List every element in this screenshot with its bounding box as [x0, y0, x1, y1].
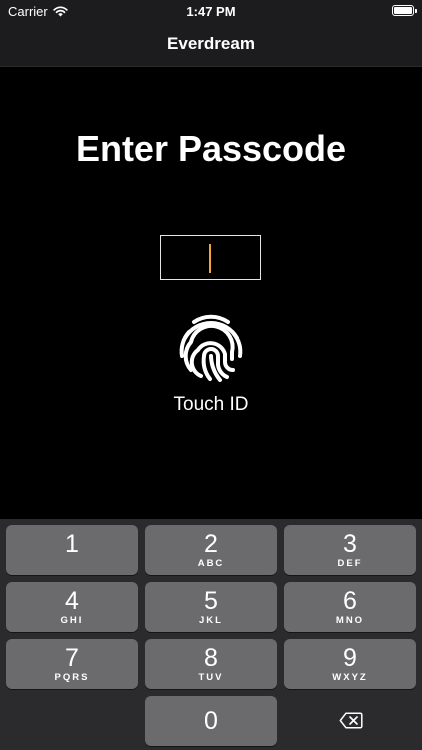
- key-5[interactable]: 5 JKL: [145, 582, 277, 632]
- key-digit: 3: [343, 530, 357, 558]
- touch-id-label: Touch ID: [173, 394, 249, 415]
- key-letters: GHI: [60, 615, 84, 626]
- key-9[interactable]: 9 WXYZ: [284, 639, 416, 689]
- key-digit: 1: [65, 530, 79, 558]
- battery-icon: [392, 5, 417, 16]
- fingerprint-icon: [179, 314, 243, 382]
- key-letters: JKL: [199, 615, 223, 626]
- key-4[interactable]: 4 GHI: [6, 582, 138, 632]
- page-title: Enter Passcode: [75, 128, 347, 169]
- key-0[interactable]: 0: [145, 696, 277, 746]
- key-digit: 2: [204, 530, 218, 558]
- touch-id-button[interactable]: Touch ID: [161, 312, 261, 416]
- backspace-icon: [339, 712, 363, 729]
- navigation-bar: Everdream: [0, 22, 422, 67]
- text-cursor: [209, 244, 211, 273]
- key-digit: 7: [65, 644, 79, 672]
- status-time: 1:47 PM: [186, 4, 236, 19]
- nav-title: Everdream: [167, 34, 255, 53]
- delete-key[interactable]: [284, 696, 416, 746]
- key-digit: 9: [343, 644, 357, 672]
- key-digit: 8: [204, 644, 218, 672]
- key-6[interactable]: 6 MNO: [284, 582, 416, 632]
- status-bar: Carrier 1:47 PM: [0, 0, 422, 22]
- key-letters: WXYZ: [332, 672, 368, 683]
- battery-level: [394, 7, 412, 14]
- key-1[interactable]: 1: [6, 525, 138, 575]
- key-3[interactable]: 3 DEF: [284, 525, 416, 575]
- key-digit: 5: [204, 587, 218, 615]
- key-digit: 4: [65, 587, 79, 615]
- key-letters: ABC: [197, 558, 225, 569]
- key-8[interactable]: 8 TUV: [145, 639, 277, 689]
- numeric-keypad: 1 2 ABC 3 DEF 4 GHI 5 JKL 6 MNO 7 PQRS 8…: [0, 519, 422, 750]
- key-letters: DEF: [337, 558, 363, 569]
- key-letters: TUV: [198, 672, 224, 683]
- key-letters: PQRS: [54, 672, 90, 683]
- key-7[interactable]: 7 PQRS: [6, 639, 138, 689]
- key-digit: 6: [343, 587, 357, 615]
- key-letters: MNO: [335, 615, 365, 626]
- key-digit: 0: [204, 707, 218, 735]
- passcode-input[interactable]: [160, 235, 261, 280]
- key-2[interactable]: 2 ABC: [145, 525, 277, 575]
